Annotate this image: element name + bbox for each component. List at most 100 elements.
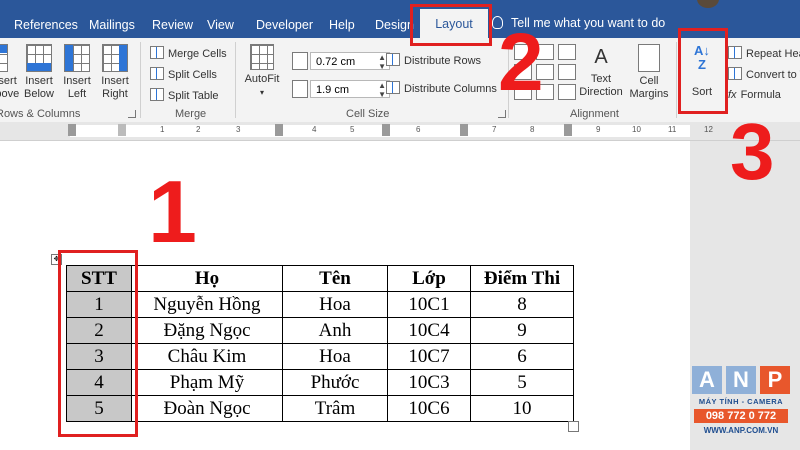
insert-above-button[interactable]: InsertAbove <box>0 44 19 101</box>
insert-below-icon <box>26 44 52 72</box>
insert-left-button[interactable]: Insert Left <box>60 44 94 101</box>
header-cell[interactable]: Điểm Thi <box>470 265 574 292</box>
convert-icon <box>728 67 742 80</box>
split-cells-button[interactable]: Split Cells <box>150 67 217 82</box>
split-cells-icon <box>150 67 164 80</box>
table-cell[interactable]: Đặng Ngọc <box>131 317 283 344</box>
table-cell[interactable]: Hoa <box>282 343 388 370</box>
tab-help[interactable]: Help <box>325 10 359 38</box>
tab-review[interactable]: Review <box>148 10 197 38</box>
ruler-number: 11 <box>668 125 677 134</box>
align-bottom-right-icon[interactable] <box>558 84 576 100</box>
step-number-1: 1 <box>148 162 197 261</box>
row-height-input[interactable]: 0.72 cm ▲ ▼ <box>310 52 390 71</box>
tab-references[interactable]: References <box>10 10 82 38</box>
table-header-row: STT Họ Tên Lớp Điểm Thi <box>66 265 574 292</box>
column-width-input[interactable]: 1.9 cm ▲ ▼ <box>310 80 390 99</box>
table-cell[interactable]: Anh <box>282 317 388 344</box>
table-cell[interactable]: Phước <box>282 369 388 396</box>
convert-to-text-button[interactable]: Convert to T <box>728 67 800 82</box>
step-number-3: 3 <box>730 107 775 196</box>
logo-website: WWW.ANP.COM.VN <box>703 426 779 435</box>
table-cell[interactable]: 10 <box>470 395 574 422</box>
ruler-number: 1 <box>160 125 165 134</box>
header-cell[interactable]: Họ <box>131 265 283 292</box>
cell-margins-icon <box>638 44 660 72</box>
header-cell[interactable]: Tên <box>282 265 388 292</box>
spinner-arrows-icon[interactable]: ▲ ▼ <box>378 81 386 99</box>
group-label-merge: Merge <box>175 108 207 120</box>
table-cell[interactable]: 10C3 <box>387 369 471 396</box>
table-cell[interactable]: 10C4 <box>387 317 471 344</box>
table-resize-handle-icon[interactable] <box>568 421 579 432</box>
highlight-box-sort <box>678 28 728 114</box>
ruler-number: 4 <box>312 125 317 134</box>
table-cell[interactable]: Đoàn Ngọc <box>131 395 283 422</box>
align-center-right-icon[interactable] <box>558 64 576 80</box>
cell-size-launcher[interactable] <box>498 110 506 118</box>
table-cell[interactable]: Phạm Mỹ <box>131 369 283 396</box>
ruler-number: 5 <box>350 125 355 134</box>
repeat-header-icon <box>728 46 742 59</box>
table-cell[interactable]: Trâm <box>282 395 388 422</box>
rows-columns-launcher[interactable] <box>128 110 136 118</box>
text-direction-button[interactable]: A Text Direction <box>578 44 624 99</box>
distribute-rows-button[interactable]: Distribute Rows <box>386 53 481 68</box>
column-marker[interactable] <box>275 124 283 136</box>
indent-marker[interactable] <box>68 124 76 136</box>
student-table[interactable]: STT Họ Tên Lớp Điểm Thi 1 Nguyễn Hồng Ho… <box>66 265 574 422</box>
logo-letter: N <box>726 366 756 394</box>
group-separator <box>140 42 141 118</box>
column-marker[interactable] <box>382 124 390 136</box>
group-label-rows-columns: Rows & Columns <box>0 108 81 120</box>
table-row-height-icon <box>292 52 308 70</box>
table-row: 2 Đặng Ngọc Anh 10C4 9 <box>66 317 574 344</box>
table-cell[interactable]: Hoa <box>282 291 388 318</box>
column-marker[interactable] <box>460 124 468 136</box>
align-top-right-icon[interactable] <box>558 44 576 60</box>
spinner-arrows-icon[interactable]: ▲ ▼ <box>378 53 386 71</box>
table-column-width-icon <box>292 80 308 98</box>
distribute-columns-icon <box>386 81 400 94</box>
table-cell[interactable]: Nguyễn Hồng <box>131 291 283 318</box>
anp-logo: A N P MÁY TÍNH - CAMERA 098 772 0 772 WW… <box>690 366 792 440</box>
table-cell[interactable]: 5 <box>470 369 574 396</box>
autofit-button[interactable]: AutoFit ▾ <box>242 44 282 99</box>
merge-cells-icon <box>150 46 164 59</box>
group-label-alignment: Alignment <box>570 108 619 120</box>
table-cell[interactable]: Châu Kim <box>131 343 283 370</box>
table-row: 5 Đoàn Ngọc Trâm 10C6 10 <box>66 395 574 422</box>
formula-button[interactable]: fx Formula <box>728 88 781 102</box>
autofit-icon <box>250 44 274 70</box>
insert-below-button[interactable]: Insert Below <box>22 44 56 101</box>
distribute-columns-button[interactable]: Distribute Columns <box>386 81 497 96</box>
table-cell[interactable]: 10C7 <box>387 343 471 370</box>
table-cell[interactable]: 10C1 <box>387 291 471 318</box>
table-cell[interactable]: 9 <box>470 317 574 344</box>
merge-cells-button[interactable]: Merge Cells <box>150 46 227 61</box>
repeat-header-button[interactable]: Repeat Header <box>728 46 800 61</box>
tab-mailings[interactable]: Mailings <box>85 10 139 38</box>
table-cell[interactable]: 6 <box>470 343 574 370</box>
split-table-button[interactable]: Split Table <box>150 88 219 103</box>
formula-fx-icon: fx <box>728 89 737 101</box>
logo-tagline: MÁY TÍNH - CAMERA <box>698 397 784 406</box>
column-marker[interactable] <box>564 124 572 136</box>
ruler-number: 9 <box>596 125 601 134</box>
insert-right-button[interactable]: Insert Right <box>98 44 132 101</box>
column-marker[interactable] <box>118 124 126 136</box>
header-cell[interactable]: Lớp <box>387 265 471 292</box>
tab-developer[interactable]: Developer <box>252 10 317 38</box>
table-cell[interactable]: 10C6 <box>387 395 471 422</box>
table-cell[interactable]: 8 <box>470 291 574 318</box>
table-row: 1 Nguyễn Hồng Hoa 10C1 8 <box>66 291 574 318</box>
table-row: 3 Châu Kim Hoa 10C7 6 <box>66 343 574 370</box>
ruler-number: 7 <box>492 125 497 134</box>
logo-letter: P <box>760 366 790 394</box>
horizontal-ruler[interactable]: 1 2 3 4 5 6 7 8 9 10 11 12 13 <box>0 122 800 141</box>
cell-margins-button[interactable]: Cell Margins <box>626 44 672 101</box>
avatar[interactable] <box>697 0 719 8</box>
logo-phone: 098 772 0 772 <box>694 409 788 423</box>
tab-view[interactable]: View <box>203 10 238 38</box>
group-separator <box>235 42 236 118</box>
